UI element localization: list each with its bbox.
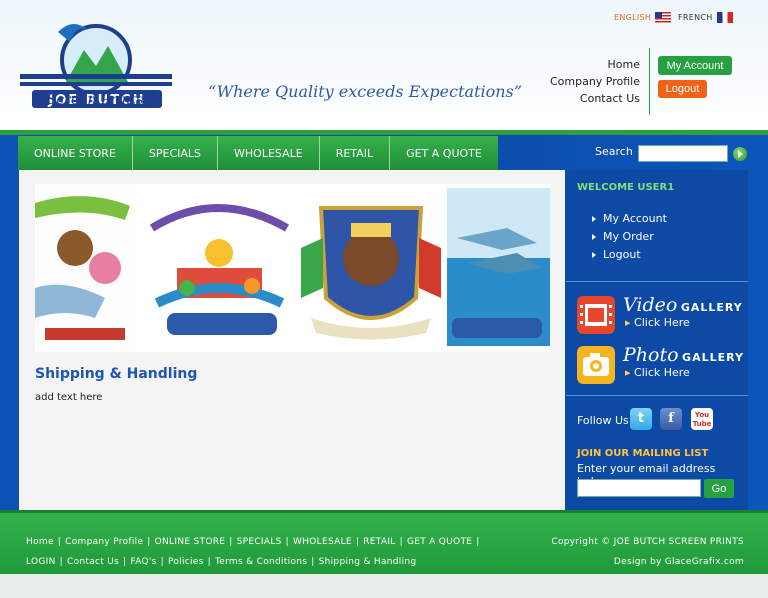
footer-link-faqs[interactable]: FAQ's [130, 557, 156, 567]
logo-subtitle: Screen Prints [46, 92, 144, 108]
footer-link-terms[interactable]: Terms & Conditions [215, 557, 307, 567]
user-menu-my-account[interactable]: My Account [592, 210, 667, 228]
footer-link-wholesale[interactable]: WHOLESALE [293, 537, 352, 547]
logout-button[interactable]: Logout [658, 80, 707, 98]
user-menu-my-order[interactable]: My Order [592, 228, 667, 246]
youtube-icon[interactable]: You Tube [691, 408, 713, 430]
email-field[interactable] [577, 479, 701, 497]
footer-link-contact-us[interactable]: Contact Us [67, 557, 119, 567]
footer-link-specials[interactable]: SPECIALS [237, 537, 282, 547]
my-account-button[interactable]: My Account [658, 56, 732, 75]
footer-link-policies[interactable]: Policies [168, 557, 204, 567]
photo-gallery-title-small: GALLERY [682, 351, 744, 364]
header-divider [649, 48, 650, 115]
video-gallery-click-here[interactable]: Click Here [625, 316, 690, 329]
nav-wholesale[interactable]: WHOLESALE [218, 136, 320, 170]
footer-link-company-profile[interactable]: Company Profile [65, 537, 143, 547]
language-english-label: ENGLISH [614, 13, 652, 22]
footer-link-retail[interactable]: RETAIL [363, 537, 395, 547]
footer-link-get-a-quote[interactable]: GET A QUOTE [407, 537, 472, 547]
footer-separator: | [207, 557, 211, 567]
photo-gallery-title-big: Photo [623, 344, 679, 366]
copyright-text: Copyright © JOE BUTCH SCREEN PRINTS [551, 537, 744, 547]
search-label: Search [595, 145, 633, 158]
page-title: Shipping & Handling [35, 366, 198, 382]
footer-link-online-store[interactable]: ONLINE STORE [155, 537, 226, 547]
site-footer: Home | Company Profile | ONLINE STORE | SPECIA… [0, 510, 768, 574]
sidebar-divider [566, 395, 748, 396]
user-menu-logout[interactable]: Logout [592, 246, 667, 264]
mailing-list-title: JOIN OUR MAILING LIST [577, 448, 709, 459]
footer-separator: | [229, 537, 233, 547]
photo-gallery-click-here[interactable]: Click Here [625, 366, 690, 379]
fr-flag-icon [716, 12, 733, 23]
banner-art-flying-fish [447, 188, 550, 346]
nav-retail[interactable]: RETAIL [319, 136, 391, 170]
follow-us-label: Follow Us [577, 414, 629, 427]
photo-gallery[interactable]: Photo GALLERY Click Here [577, 344, 743, 386]
tagline: “Where Quality exceeds Expectations” [208, 82, 522, 101]
footer-separator: | [123, 557, 127, 567]
footer-separator: | [355, 537, 360, 547]
footer-link-home[interactable]: Home [26, 537, 54, 547]
banner-art-bridgetown-posse [149, 204, 289, 335]
main-content: Shipping & Handling add text here [19, 170, 565, 510]
bottom-strip [0, 574, 768, 598]
facebook-icon[interactable]: f [660, 408, 682, 430]
film-icon [577, 296, 615, 334]
footer-separator: | [160, 557, 164, 567]
us-flag-icon [655, 12, 672, 23]
welcome-message: WELCOME USER1 [577, 182, 675, 193]
video-gallery[interactable]: Video GALLERY Click Here [577, 294, 742, 336]
video-gallery-title-small: GALLERY [680, 301, 743, 314]
user-menu: My Account My Order Logout [592, 210, 667, 264]
footer-link-shipping[interactable]: Shipping & Handling [319, 557, 417, 567]
footer-links-row-1: Home | Company Profile | ONLINE STORE | SPECIA… [26, 537, 484, 547]
search-go-button[interactable] [733, 147, 747, 161]
language-french[interactable]: FRENCH [678, 12, 733, 23]
photo-gallery-title: Photo GALLERY [623, 344, 744, 366]
footer-separator: | [285, 537, 289, 547]
page-body-text: add text here [35, 392, 103, 403]
footer-separator: | [147, 537, 151, 547]
nav-get-a-quote[interactable]: GET A QUOTE [390, 136, 498, 170]
twitter-icon[interactable]: t [630, 408, 652, 430]
camera-icon [577, 346, 615, 384]
footer-link-login[interactable]: LOGIN [26, 557, 56, 567]
top-link-company-profile[interactable]: Company Profile [550, 73, 640, 90]
top-link-home[interactable]: Home [550, 56, 640, 73]
banner-art-heritage-crest [301, 206, 441, 340]
footer-separator: | [476, 537, 480, 547]
product-banner[interactable] [35, 184, 550, 352]
language-english[interactable]: ENGLISH [614, 12, 672, 23]
video-gallery-title-big: Video [623, 294, 678, 316]
mailing-go-button[interactable]: Go [704, 479, 734, 498]
sidebar-divider [566, 281, 748, 282]
footer-separator: | [311, 557, 315, 567]
footer-separator: | [59, 557, 63, 567]
nav-specials[interactable]: SPECIALS [132, 136, 219, 170]
nav-online-store[interactable]: ONLINE STORE [18, 136, 133, 170]
search-input[interactable] [638, 145, 728, 162]
footer-separator: | [399, 537, 403, 547]
footer-links-row-2: LOGIN | Contact Us | FAQ's | Policies | Terms & … [26, 557, 416, 567]
main-nav: ONLINE STORE SPECIALS WHOLESALE RETAIL G… [18, 136, 498, 170]
footer-separator: | [57, 537, 62, 547]
video-gallery-title: Video GALLERY [623, 294, 743, 316]
sidebar: WELCOME USER1 My Account My Order Logout… [566, 170, 748, 510]
designer-credit[interactable]: Design by GlaceGrafix.com [614, 557, 744, 567]
top-links: Home Company Profile Contact Us [550, 56, 640, 107]
top-link-contact-us[interactable]: Contact Us [550, 90, 640, 107]
joe-butch-logo[interactable]: JOE BUTCH [18, 12, 178, 130]
language-french-label: FRENCH [678, 13, 713, 22]
banner-art-snorkel-adventures [35, 188, 135, 346]
